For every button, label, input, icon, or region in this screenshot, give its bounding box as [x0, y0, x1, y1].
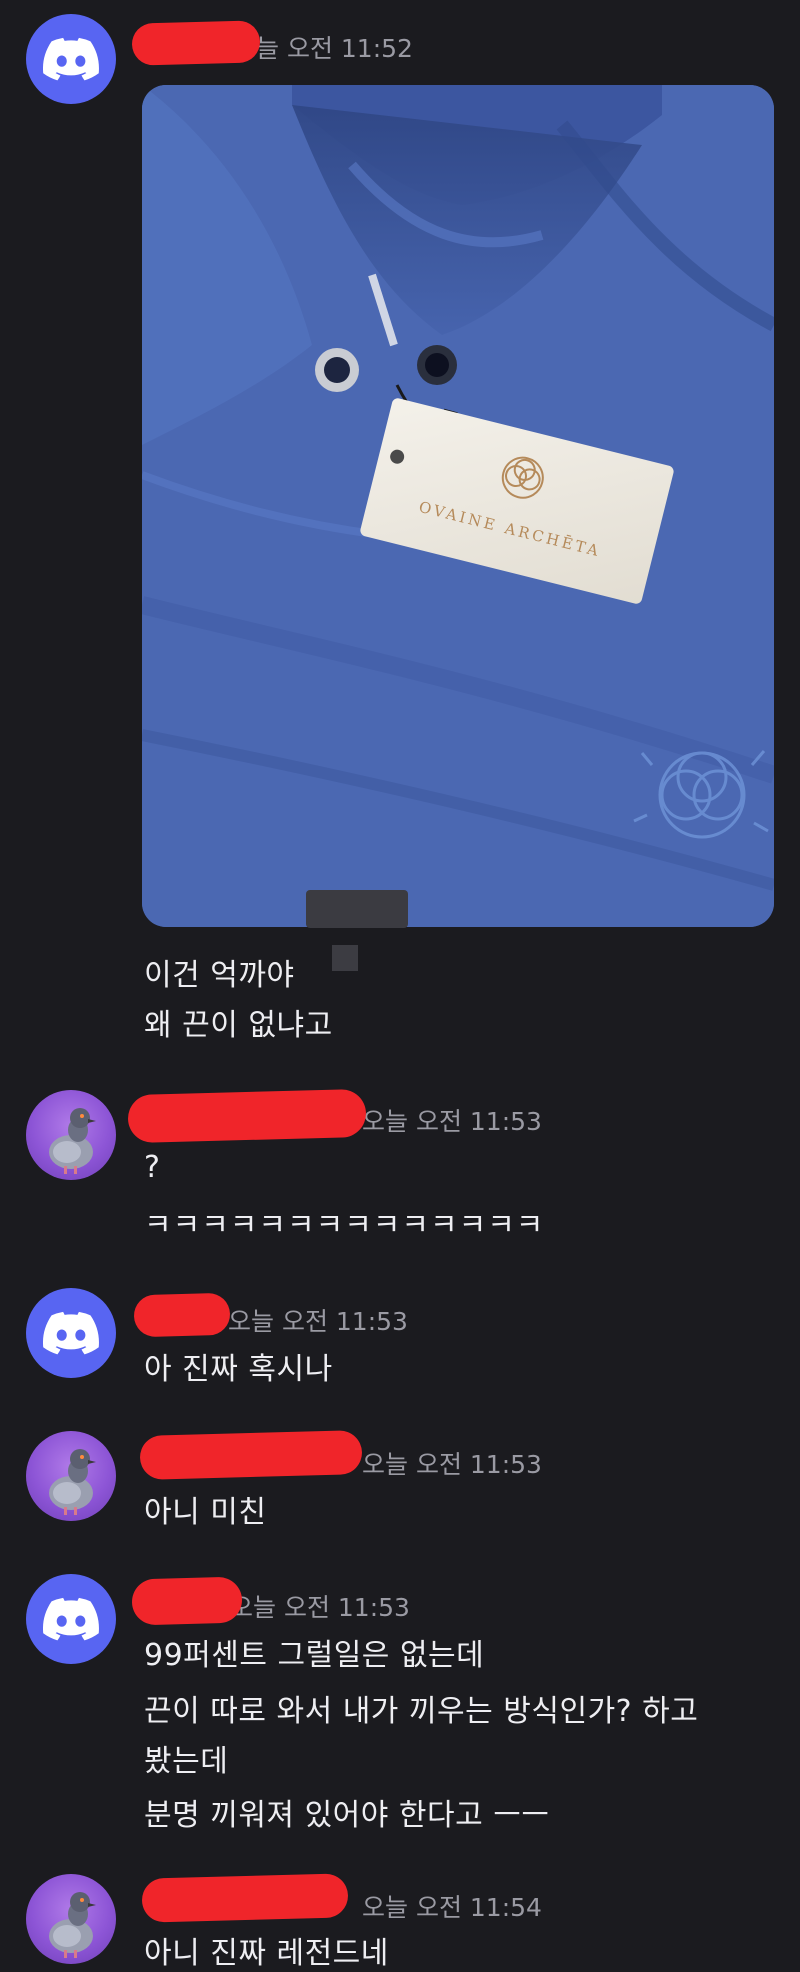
- message-text: ?: [144, 1150, 161, 1185]
- user-avatar[interactable]: [26, 1431, 116, 1521]
- redaction-mark: [131, 1576, 243, 1626]
- discord-logo-icon: [43, 1597, 99, 1641]
- message-text: 아니 진짜 레전드네: [144, 1936, 389, 1971]
- user-avatar[interactable]: [26, 14, 116, 104]
- user-avatar[interactable]: [26, 1874, 116, 1964]
- redaction-mark: [141, 1873, 349, 1923]
- message-text: 분명 끼워져 있어야 한다고 ㅡㅡ: [144, 1798, 550, 1833]
- message-group: 오늘 오전 11:53 아 진짜 혹시나: [0, 1280, 800, 1400]
- message-text: 99퍼센트 그럴일은 없는데: [144, 1638, 485, 1673]
- message-text: 봤는데: [144, 1744, 229, 1779]
- redaction-mark: [133, 1292, 231, 1338]
- timestamp: 오늘 오전 11:54: [362, 1893, 542, 1922]
- message-group: 오늘 오전 11:53 ? ㅋㅋㅋㅋㅋㅋㅋㅋㅋㅋㅋㅋㅋㅋ: [0, 1080, 800, 1260]
- timestamp: 오늘 오전 11:53: [362, 1450, 542, 1479]
- timestamp: 오늘 오전 11:53: [228, 1307, 408, 1336]
- redaction-mark: [139, 1430, 363, 1480]
- message-group: 늘 오전 11:52 OVAINE ARCHĒTA 이건 억까야 왜 끈이 없냐…: [0, 0, 800, 1043]
- timestamp: 늘 오전 11:52: [256, 34, 413, 63]
- message-text: 이건 억까야: [144, 958, 295, 993]
- message-text: 아니 미친: [144, 1495, 267, 1530]
- discord-logo-icon: [43, 1311, 99, 1355]
- image-attachment[interactable]: OVAINE ARCHĒTA: [142, 85, 774, 927]
- hoodie-photo: OVAINE ARCHĒTA: [142, 85, 774, 927]
- timestamp: 오늘 오전 11:53: [230, 1593, 410, 1622]
- user-avatar[interactable]: [26, 1574, 116, 1664]
- message-text: 왜 끈이 없냐고: [144, 1008, 333, 1043]
- pigeon-icon: [49, 1449, 96, 1515]
- user-avatar[interactable]: [26, 1288, 116, 1378]
- message-text: 끈이 따로 와서 내가 끼우는 방식인가? 하고: [144, 1694, 699, 1729]
- message-group: 오늘 오전 11:54 아니 진짜 레전드네: [0, 1866, 800, 1972]
- unknown-glyph: [332, 945, 358, 971]
- redaction-mark: [306, 890, 408, 928]
- message-text: 아 진짜 혹시나: [144, 1352, 333, 1387]
- user-avatar[interactable]: [26, 1090, 116, 1180]
- message-group: 오늘 오전 11:53 99퍼센트 그럴일은 없는데 끈이 따로 와서 내가 끼…: [0, 1566, 800, 1846]
- redaction-mark: [131, 20, 261, 66]
- message-group: 오늘 오전 11:53 아니 미친: [0, 1423, 800, 1543]
- timestamp: 오늘 오전 11:53: [362, 1107, 542, 1136]
- message-text: ㅋㅋㅋㅋㅋㅋㅋㅋㅋㅋㅋㅋㅋㅋ: [144, 1208, 545, 1243]
- redaction-mark: [127, 1088, 367, 1144]
- discord-logo-icon: [43, 37, 99, 81]
- pigeon-icon: [49, 1892, 96, 1958]
- pigeon-icon: [49, 1108, 96, 1174]
